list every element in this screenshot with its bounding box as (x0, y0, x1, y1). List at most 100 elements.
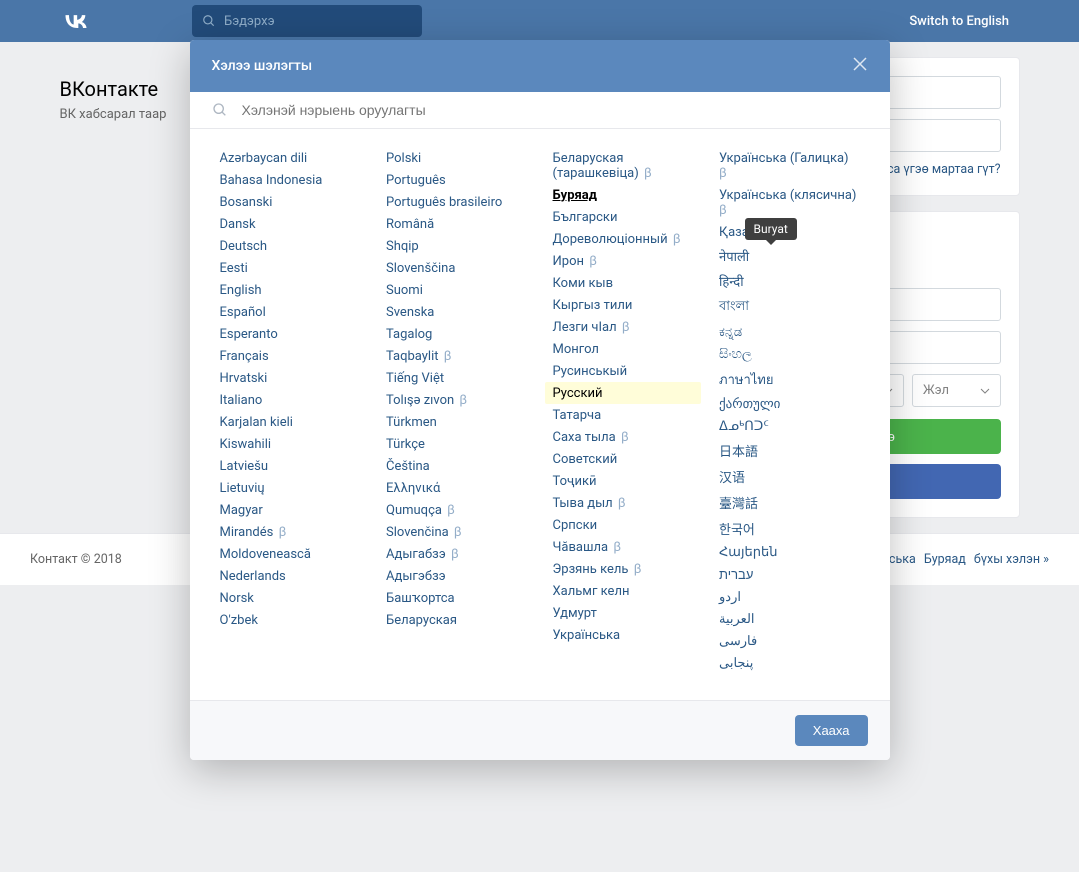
language-option[interactable]: සිංහල (711, 343, 868, 365)
language-option[interactable]: Esperanto (212, 323, 369, 345)
search-icon (212, 102, 228, 118)
language-option[interactable]: हिन्दी (711, 268, 868, 293)
chevron-down-icon (980, 386, 990, 396)
language-option[interactable]: Адыгэбзэ (378, 565, 535, 587)
language-option[interactable]: עברית (711, 563, 868, 586)
language-option[interactable]: Татарча (545, 404, 702, 426)
close-icon[interactable] (852, 56, 868, 76)
language-option[interactable]: Беларуская (378, 609, 535, 631)
language-option[interactable]: Nederlands (212, 565, 369, 587)
switch-english-link[interactable]: Switch to English (909, 14, 1009, 29)
language-option[interactable]: Türkçe (378, 433, 535, 455)
language-option[interactable]: Українська (545, 624, 702, 646)
language-option[interactable]: Tolışə zıvon β (378, 389, 535, 411)
language-option[interactable]: Українська (Галицка) β (711, 147, 868, 184)
language-option[interactable]: Eesti (212, 257, 369, 279)
language-option[interactable]: বাংলা (711, 293, 868, 321)
language-option[interactable]: 한국어 (711, 515, 868, 541)
language-option[interactable]: Українська (клясична) β (711, 184, 868, 221)
language-option[interactable]: Български (545, 206, 702, 228)
language-option[interactable]: Suomi (378, 279, 535, 301)
language-option[interactable]: Italiano (212, 389, 369, 411)
modal-close-button[interactable]: Хааха (795, 715, 868, 746)
language-option[interactable]: Magyar (212, 499, 369, 521)
language-option[interactable]: Română (378, 213, 535, 235)
language-option[interactable]: Коми кыв (545, 272, 702, 294)
language-option[interactable]: Bahasa Indonesia (212, 169, 369, 191)
language-option[interactable]: Башҡортса (378, 587, 535, 609)
year-select[interactable]: Жэл (912, 374, 1001, 407)
language-modal: Хэлээ шэлэгты Azərbaycan diliBahasa Indo… (190, 40, 890, 760)
language-option[interactable]: Хальмг келн (545, 580, 702, 602)
language-option[interactable]: Taqbaylit β (378, 345, 535, 367)
language-option[interactable]: O'zbek (212, 609, 369, 631)
language-option[interactable]: Bosanski (212, 191, 369, 213)
language-option[interactable]: Qumuqça β (378, 499, 535, 521)
language-option[interactable]: ქართული (711, 393, 868, 415)
language-option[interactable]: Тыва дыл β (545, 492, 702, 514)
language-option[interactable]: Буряад (545, 184, 702, 206)
language-option[interactable]: Удмурт (545, 602, 702, 624)
language-option[interactable]: ภาษาไทย (711, 365, 868, 393)
language-option[interactable]: Karjalan kieli (212, 411, 369, 433)
language-option[interactable]: Дореволюціонный β (545, 228, 702, 250)
header: Бэдэрхэ Switch to English (0, 0, 1079, 42)
language-option[interactable]: Español (212, 301, 369, 323)
language-option[interactable]: Norsk (212, 587, 369, 609)
language-option[interactable]: Deutsch (212, 235, 369, 257)
language-option[interactable]: Tiếng Việt (378, 367, 535, 389)
language-option[interactable]: 汉语 (711, 463, 868, 489)
language-option[interactable]: ᐃᓄᒃᑎᑐᑦ (711, 415, 868, 437)
language-option[interactable]: Português (378, 169, 535, 191)
language-option[interactable]: Лезги чІал β (545, 316, 702, 338)
language-option[interactable]: پنجابی (711, 652, 868, 674)
language-option[interactable]: Polski (378, 147, 535, 169)
language-option[interactable]: Azərbaycan dili (212, 147, 369, 169)
language-option[interactable]: فارسی (711, 630, 868, 652)
language-option[interactable]: ಕನ್ನಡ (711, 321, 868, 343)
language-option[interactable]: Русинськый (545, 360, 702, 382)
language-option[interactable]: Hrvatski (212, 367, 369, 389)
language-option[interactable]: 日本語 (711, 437, 868, 463)
language-option[interactable]: Саха тыла β (545, 426, 702, 448)
language-option[interactable]: Français (212, 345, 369, 367)
language-option[interactable]: Lietuvių (212, 477, 369, 499)
modal-search[interactable] (190, 92, 890, 129)
language-option[interactable]: Kiswahili (212, 433, 369, 455)
language-option[interactable]: Slovenščina (378, 257, 535, 279)
language-option[interactable]: Tagalog (378, 323, 535, 345)
language-option[interactable]: Адыгабзэ β (378, 543, 535, 565)
vk-logo[interactable] (62, 7, 90, 35)
language-option[interactable]: Беларуская (тарашкевіца) β (545, 147, 702, 184)
language-option[interactable]: Հայերեն (711, 541, 868, 563)
language-option[interactable]: Moldovenească (212, 543, 369, 565)
language-option[interactable]: Чӑвашла β (545, 536, 702, 558)
language-option[interactable]: Монгол (545, 338, 702, 360)
footer-all-langs[interactable]: бүхы хэлэн » (974, 552, 1049, 567)
language-option[interactable]: Latviešu (212, 455, 369, 477)
language-option[interactable]: Кыргыз тили (545, 294, 702, 316)
language-option[interactable]: Эрзянь кель β (545, 558, 702, 580)
language-option[interactable]: Тоҷикӣ (545, 470, 702, 492)
language-option[interactable]: Mirandés β (212, 521, 369, 543)
language-option[interactable]: 臺灣話 (711, 489, 868, 515)
language-option[interactable]: Slovenčina β (378, 521, 535, 543)
language-option[interactable]: العربية (711, 608, 868, 630)
language-option[interactable]: Српски (545, 514, 702, 536)
language-search-input[interactable] (242, 102, 868, 118)
language-option[interactable]: Советский (545, 448, 702, 470)
language-option[interactable]: Русский (545, 382, 702, 404)
language-option[interactable]: Svenska (378, 301, 535, 323)
language-option[interactable]: Türkmen (378, 411, 535, 433)
search-bar[interactable]: Бэдэрхэ (192, 5, 422, 37)
language-option[interactable]: Dansk (212, 213, 369, 235)
language-option[interactable]: English (212, 279, 369, 301)
language-option[interactable]: Ирон β (545, 250, 702, 272)
language-option[interactable]: اردو (711, 586, 868, 608)
language-option[interactable]: Shqip (378, 235, 535, 257)
footer-lang[interactable]: Буряад (924, 552, 966, 567)
language-option[interactable]: नेपाली (711, 243, 868, 268)
language-option[interactable]: Ελληνικά (378, 477, 535, 499)
language-option[interactable]: Português brasileiro (378, 191, 535, 213)
language-option[interactable]: Čeština (378, 455, 535, 477)
